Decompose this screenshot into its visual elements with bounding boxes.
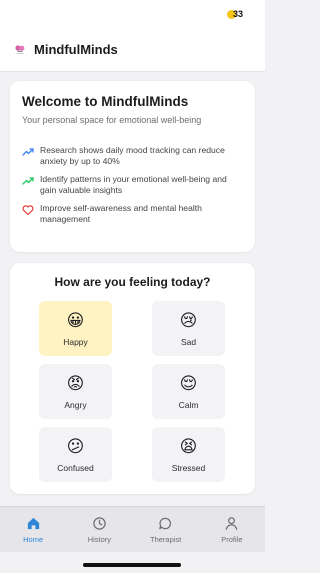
brain-logo-icon bbox=[15, 44, 25, 54]
bottom-tab-bar: Home History Therapist Profile bbox=[0, 506, 265, 552]
app-header: MindfulMinds bbox=[0, 28, 265, 72]
welcome-title: Welcome to MindfulMinds bbox=[22, 94, 189, 109]
battery-indicator: 33 bbox=[226, 9, 243, 19]
benefit-item: Research shows daily mood tracking can r… bbox=[22, 145, 243, 167]
tab-label: Profile bbox=[221, 535, 243, 544]
trend-up-green-icon bbox=[22, 177, 34, 185]
mood-label: Stressed bbox=[171, 462, 206, 473]
mood-label: Happy bbox=[63, 336, 88, 347]
benefit-item: Improve self-awareness and mental health… bbox=[22, 203, 243, 225]
mood-button-angry[interactable]: 😡 Angry bbox=[39, 364, 112, 419]
mood-label: Sad bbox=[180, 336, 197, 347]
benefit-text: Improve self-awareness and mental health… bbox=[40, 203, 202, 224]
mood-question: How are you feeling today? bbox=[54, 275, 211, 289]
calm-face-icon: 😌 bbox=[179, 373, 198, 394]
app-title: MindfulMinds bbox=[34, 42, 118, 57]
mood-button-happy[interactable]: 😀 Happy bbox=[39, 301, 112, 356]
confused-face-icon: 😕 bbox=[66, 436, 85, 457]
battery-level: 33 bbox=[232, 9, 243, 19]
mood-card: How are you feeling today? 😀 Happy 😢 Sad… bbox=[10, 263, 255, 494]
sad-face-icon: 😢 bbox=[179, 310, 198, 331]
angry-face-icon: 😡 bbox=[66, 373, 85, 394]
chat-bubble-icon bbox=[159, 517, 172, 530]
welcome-card: Welcome to MindfulMinds Your personal sp… bbox=[10, 81, 255, 252]
clock-icon bbox=[93, 517, 106, 530]
home-indicator bbox=[83, 563, 181, 567]
tab-therapist[interactable]: Therapist bbox=[133, 507, 199, 544]
welcome-subtitle: Your personal space for emotional well-b… bbox=[22, 115, 202, 125]
mood-label: Calm bbox=[178, 399, 199, 410]
mood-button-sad[interactable]: 😢 Sad bbox=[152, 301, 225, 356]
mood-button-confused[interactable]: 😕 Confused bbox=[39, 427, 112, 482]
mood-label: Confused bbox=[57, 462, 94, 473]
tab-history[interactable]: History bbox=[66, 507, 132, 544]
home-icon bbox=[27, 517, 39, 530]
status-bar: 33 bbox=[0, 0, 265, 28]
tab-profile[interactable]: Profile bbox=[199, 507, 265, 544]
benefit-text: Research shows daily mood tracking can r… bbox=[40, 145, 225, 166]
heart-icon bbox=[22, 205, 34, 216]
tab-label: Home bbox=[23, 535, 44, 544]
trend-up-icon bbox=[22, 148, 34, 156]
benefit-text: Identify patterns in your emotional well… bbox=[40, 174, 227, 195]
mood-button-stressed[interactable]: 😫 Stressed bbox=[152, 427, 225, 482]
tab-home[interactable]: Home bbox=[0, 507, 66, 544]
user-icon bbox=[226, 517, 238, 530]
benefit-item: Identify patterns in your emotional well… bbox=[22, 174, 243, 196]
benefits-list: Research shows daily mood tracking can r… bbox=[22, 145, 243, 225]
tab-label: Therapist bbox=[149, 535, 182, 544]
mood-button-calm[interactable]: 😌 Calm bbox=[152, 364, 225, 419]
stressed-face-icon: 😫 bbox=[179, 436, 198, 457]
happy-face-icon: 😀 bbox=[66, 310, 85, 331]
mood-label: Angry bbox=[64, 399, 87, 410]
tab-label: History bbox=[87, 535, 112, 544]
